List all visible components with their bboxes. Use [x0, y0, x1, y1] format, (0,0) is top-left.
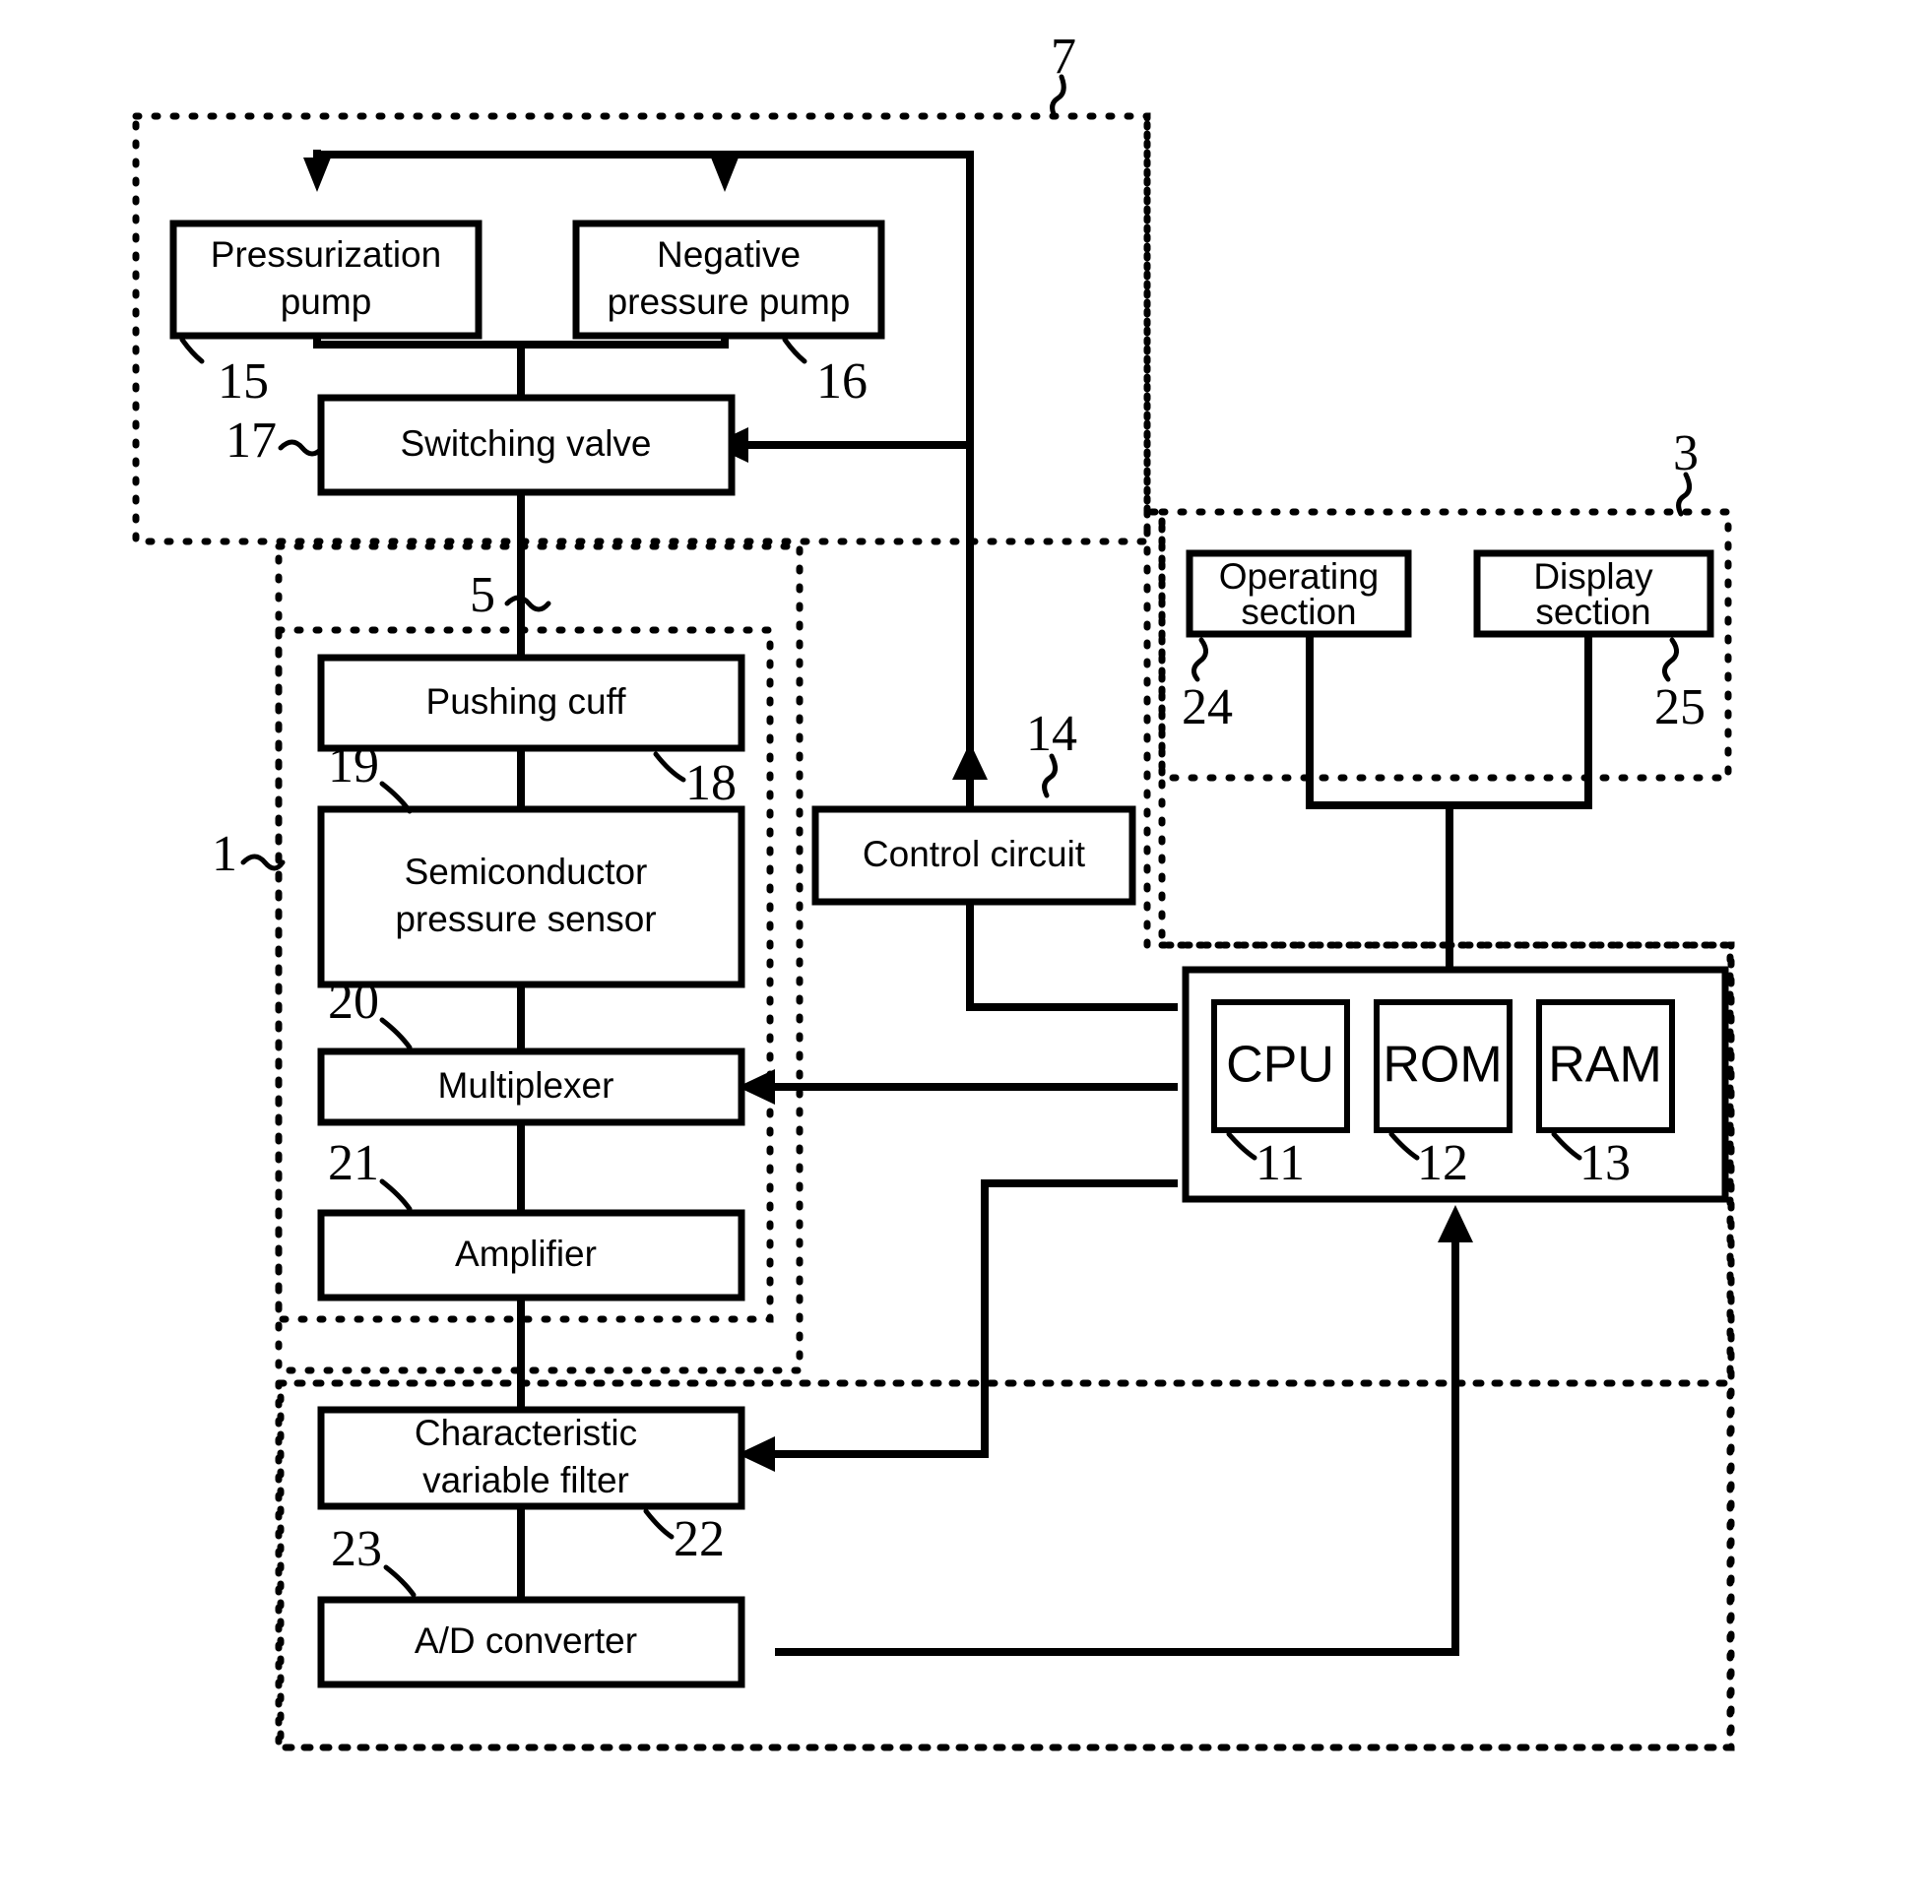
label-semiconductor-sensor-line1: Semiconductor: [405, 852, 648, 892]
ref-numeral-13: 13: [1579, 1135, 1631, 1191]
label-rom: ROM: [1383, 1037, 1502, 1094]
ref-numeral-3: 3: [1673, 425, 1699, 481]
label-ram: RAM: [1548, 1037, 1662, 1094]
leader-20: [379, 1017, 413, 1050]
label-display-section-line1: Display: [1533, 556, 1653, 597]
leader-23: [383, 1564, 417, 1598]
label-semiconductor-sensor-line2: pressure sensor: [395, 899, 656, 939]
ref-numeral-7: 7: [1051, 29, 1076, 85]
label-ad-converter: A/D converter: [415, 1620, 637, 1661]
leader-18: [653, 751, 686, 783]
label-pressurization-pump-line2: pump: [281, 282, 372, 322]
ref-numeral-20: 20: [328, 974, 379, 1030]
label-negative-pressure-pump-line1: Negative: [657, 234, 801, 275]
leader-16: [782, 337, 807, 364]
diagram-canvas: Pressurization pump Negative pressure pu…: [132, 29, 1735, 1751]
wire-cpu-to-filter: [775, 1179, 1178, 1458]
label-display-section-line2: section: [1535, 592, 1650, 632]
ref-numeral-12: 12: [1417, 1135, 1468, 1191]
wire-adc-to-cpu: [775, 1242, 1459, 1656]
ref-numeral-23: 23: [331, 1521, 382, 1577]
arrowhead-into-control-circuit: [952, 742, 988, 780]
label-char-variable-filter-line2: variable filter: [422, 1460, 629, 1500]
ref-numeral-19: 19: [328, 737, 379, 793]
label-char-variable-filter-line1: Characteristic: [415, 1413, 637, 1453]
label-operating-section-line1: Operating: [1219, 556, 1380, 597]
ref-numeral-5: 5: [470, 567, 495, 623]
label-multiplexer: Multiplexer: [438, 1065, 614, 1106]
label-pressurization-pump-line1: Pressurization: [211, 234, 441, 275]
label-control-circuit: Control circuit: [863, 834, 1086, 874]
leader-15: [179, 337, 205, 364]
ref-numeral-21: 21: [328, 1135, 379, 1191]
arrowhead-into-cpu-block: [1438, 1205, 1473, 1242]
leader-21: [379, 1178, 413, 1212]
leader-24: [1191, 637, 1208, 682]
ref-numeral-16: 16: [816, 353, 868, 410]
label-cpu: CPU: [1226, 1037, 1334, 1094]
ref-numeral-14: 14: [1026, 706, 1077, 762]
block-diagram-figure: Pressurization pump Negative pressure pu…: [0, 0, 1932, 1904]
ref-numeral-25: 25: [1654, 679, 1706, 735]
label-amplifier: Amplifier: [455, 1234, 597, 1274]
drop-arrows: [303, 155, 739, 192]
label-operating-section-line2: section: [1241, 592, 1356, 632]
label-pushing-cuff: Pushing cuff: [426, 681, 627, 722]
leader-22: [643, 1508, 675, 1540]
leader-25: [1662, 637, 1679, 682]
ref-numeral-17: 17: [225, 413, 277, 469]
leader-14: [1042, 753, 1058, 798]
ref-numeral-24: 24: [1182, 679, 1233, 735]
ref-numeral-1: 1: [212, 826, 237, 882]
leader-17: [278, 439, 325, 457]
label-switching-valve: Switching valve: [400, 423, 651, 464]
leader-5: [504, 595, 551, 612]
block-semiconductor-pressure-sensor: [317, 805, 745, 988]
pneumatic-wiring: [313, 151, 970, 169]
ref-numeral-18: 18: [685, 755, 737, 811]
label-negative-pressure-pump-line2: pressure pump: [608, 282, 851, 322]
ref-numeral-22: 22: [674, 1511, 725, 1567]
ref-numeral-15: 15: [218, 353, 269, 410]
ref-numeral-11: 11: [1256, 1135, 1305, 1191]
